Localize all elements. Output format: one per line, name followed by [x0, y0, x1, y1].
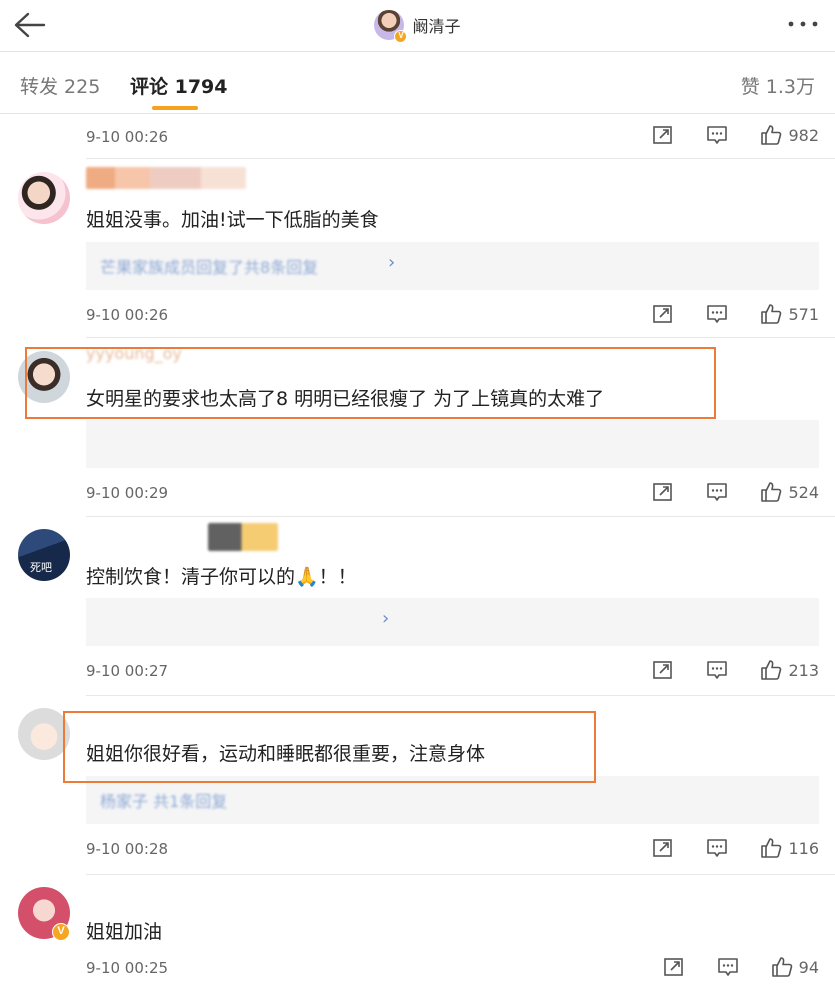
like-button[interactable]: 982	[760, 124, 819, 146]
repost-icon[interactable]	[652, 837, 674, 859]
comment-text: 控制饮食！清子你可以的🙏！！	[86, 566, 357, 588]
header-username[interactable]: 阚清子	[412, 13, 460, 37]
comment-item: 9-10 00:26 982	[0, 114, 835, 158]
chevron-right-icon: ›	[388, 252, 396, 273]
comment-item: 死吧 控制饮食！清子你可以的🙏！！ › 9-10 00:27 213	[0, 517, 835, 695]
thumbs-up-icon	[761, 482, 782, 502]
verified-badge-icon: V	[52, 923, 70, 941]
active-tab-indicator	[152, 106, 198, 110]
top-bar: V 阚清子	[0, 0, 835, 52]
thumbs-up-icon	[761, 838, 782, 858]
user-avatar[interactable]	[18, 172, 70, 224]
comment-actions: 982	[620, 124, 819, 146]
comment-time: 9-10 00:29	[86, 484, 169, 502]
comment-time: 9-10 00:26	[86, 306, 169, 324]
thumbs-up-icon	[771, 957, 792, 977]
comment-item: V 姐姐加油 9-10 00:25 94	[0, 875, 835, 1000]
repost-icon[interactable]	[652, 124, 674, 146]
comment-actions: 571	[620, 303, 819, 325]
comment-text: 姐姐加油	[86, 921, 163, 943]
like-count: 213	[788, 660, 819, 680]
comment-actions: 524	[620, 481, 819, 503]
highlight-box	[25, 347, 716, 419]
like-button[interactable]: 524	[760, 481, 819, 503]
comment-icon[interactable]	[706, 481, 728, 503]
like-count: 982	[788, 125, 819, 145]
like-button[interactable]: 571	[760, 303, 819, 325]
highlight-box	[63, 711, 596, 783]
comment-time: 9-10 00:25	[86, 959, 169, 977]
comment-time: 9-10 00:27	[86, 662, 169, 680]
comment-text: 姐姐没事。加油!试一下低脂的美食	[86, 209, 379, 231]
tab-bar: 转发 225 评论 1794 赞 1.3万	[0, 52, 835, 114]
like-count: 524	[788, 482, 819, 502]
comment-time: 9-10 00:28	[86, 840, 169, 858]
thumbs-up-icon	[761, 660, 782, 680]
avatar-label: 死吧	[30, 561, 52, 574]
repost-icon[interactable]	[652, 481, 674, 503]
reply-preview-link[interactable]: 杨家子 共1条回复	[100, 788, 227, 812]
like-count: 116	[788, 838, 819, 858]
reply-preview[interactable]: 杨家子 共1条回复	[86, 776, 819, 824]
comment-item: 姐姐没事。加油!试一下低脂的美食 芒果家族成员回复了共8条回复 › 9-10 0…	[0, 159, 835, 337]
header-avatar[interactable]: V	[374, 10, 408, 43]
tab-repost[interactable]: 转发 225	[20, 72, 100, 99]
verified-badge-icon: V	[394, 30, 408, 43]
like-button[interactable]: 94	[771, 956, 819, 978]
more-dots-icon[interactable]	[785, 14, 821, 34]
comment-icon[interactable]	[717, 956, 739, 978]
tab-like[interactable]: 赞 1.3万	[741, 72, 815, 99]
tab-comment[interactable]: 评论 1794	[130, 72, 228, 99]
like-count: 94	[798, 957, 819, 977]
reply-preview[interactable]: 芒果家族成员回复了共8条回复 ›	[86, 242, 819, 290]
thumbs-up-icon	[761, 304, 782, 324]
repost-icon[interactable]	[652, 659, 674, 681]
comment-icon[interactable]	[706, 303, 728, 325]
reply-preview[interactable]: ›	[86, 598, 819, 646]
chevron-right-icon: ›	[382, 608, 390, 629]
comment-icon[interactable]	[706, 124, 728, 146]
like-count: 571	[788, 304, 819, 324]
username-redacted[interactable]	[208, 523, 278, 551]
like-button[interactable]: 116	[760, 837, 819, 859]
comment-actions: 94	[631, 956, 819, 978]
comment-actions: 116	[620, 837, 819, 859]
comment-actions: 213	[620, 659, 819, 681]
comment-icon[interactable]	[706, 659, 728, 681]
repost-icon[interactable]	[652, 303, 674, 325]
username-redacted[interactable]	[86, 167, 246, 189]
comment-icon[interactable]	[706, 837, 728, 859]
comment-time: 9-10 00:26	[86, 128, 169, 146]
repost-icon[interactable]	[663, 956, 685, 978]
header-user[interactable]: V 阚清子	[0, 8, 835, 43]
like-button[interactable]: 213	[760, 659, 819, 681]
reply-preview-link[interactable]: 芒果家族成员回复了共8条回复	[100, 254, 318, 278]
thumbs-up-icon	[761, 125, 782, 145]
reply-preview[interactable]	[86, 420, 819, 468]
user-avatar[interactable]: 死吧	[18, 529, 70, 581]
